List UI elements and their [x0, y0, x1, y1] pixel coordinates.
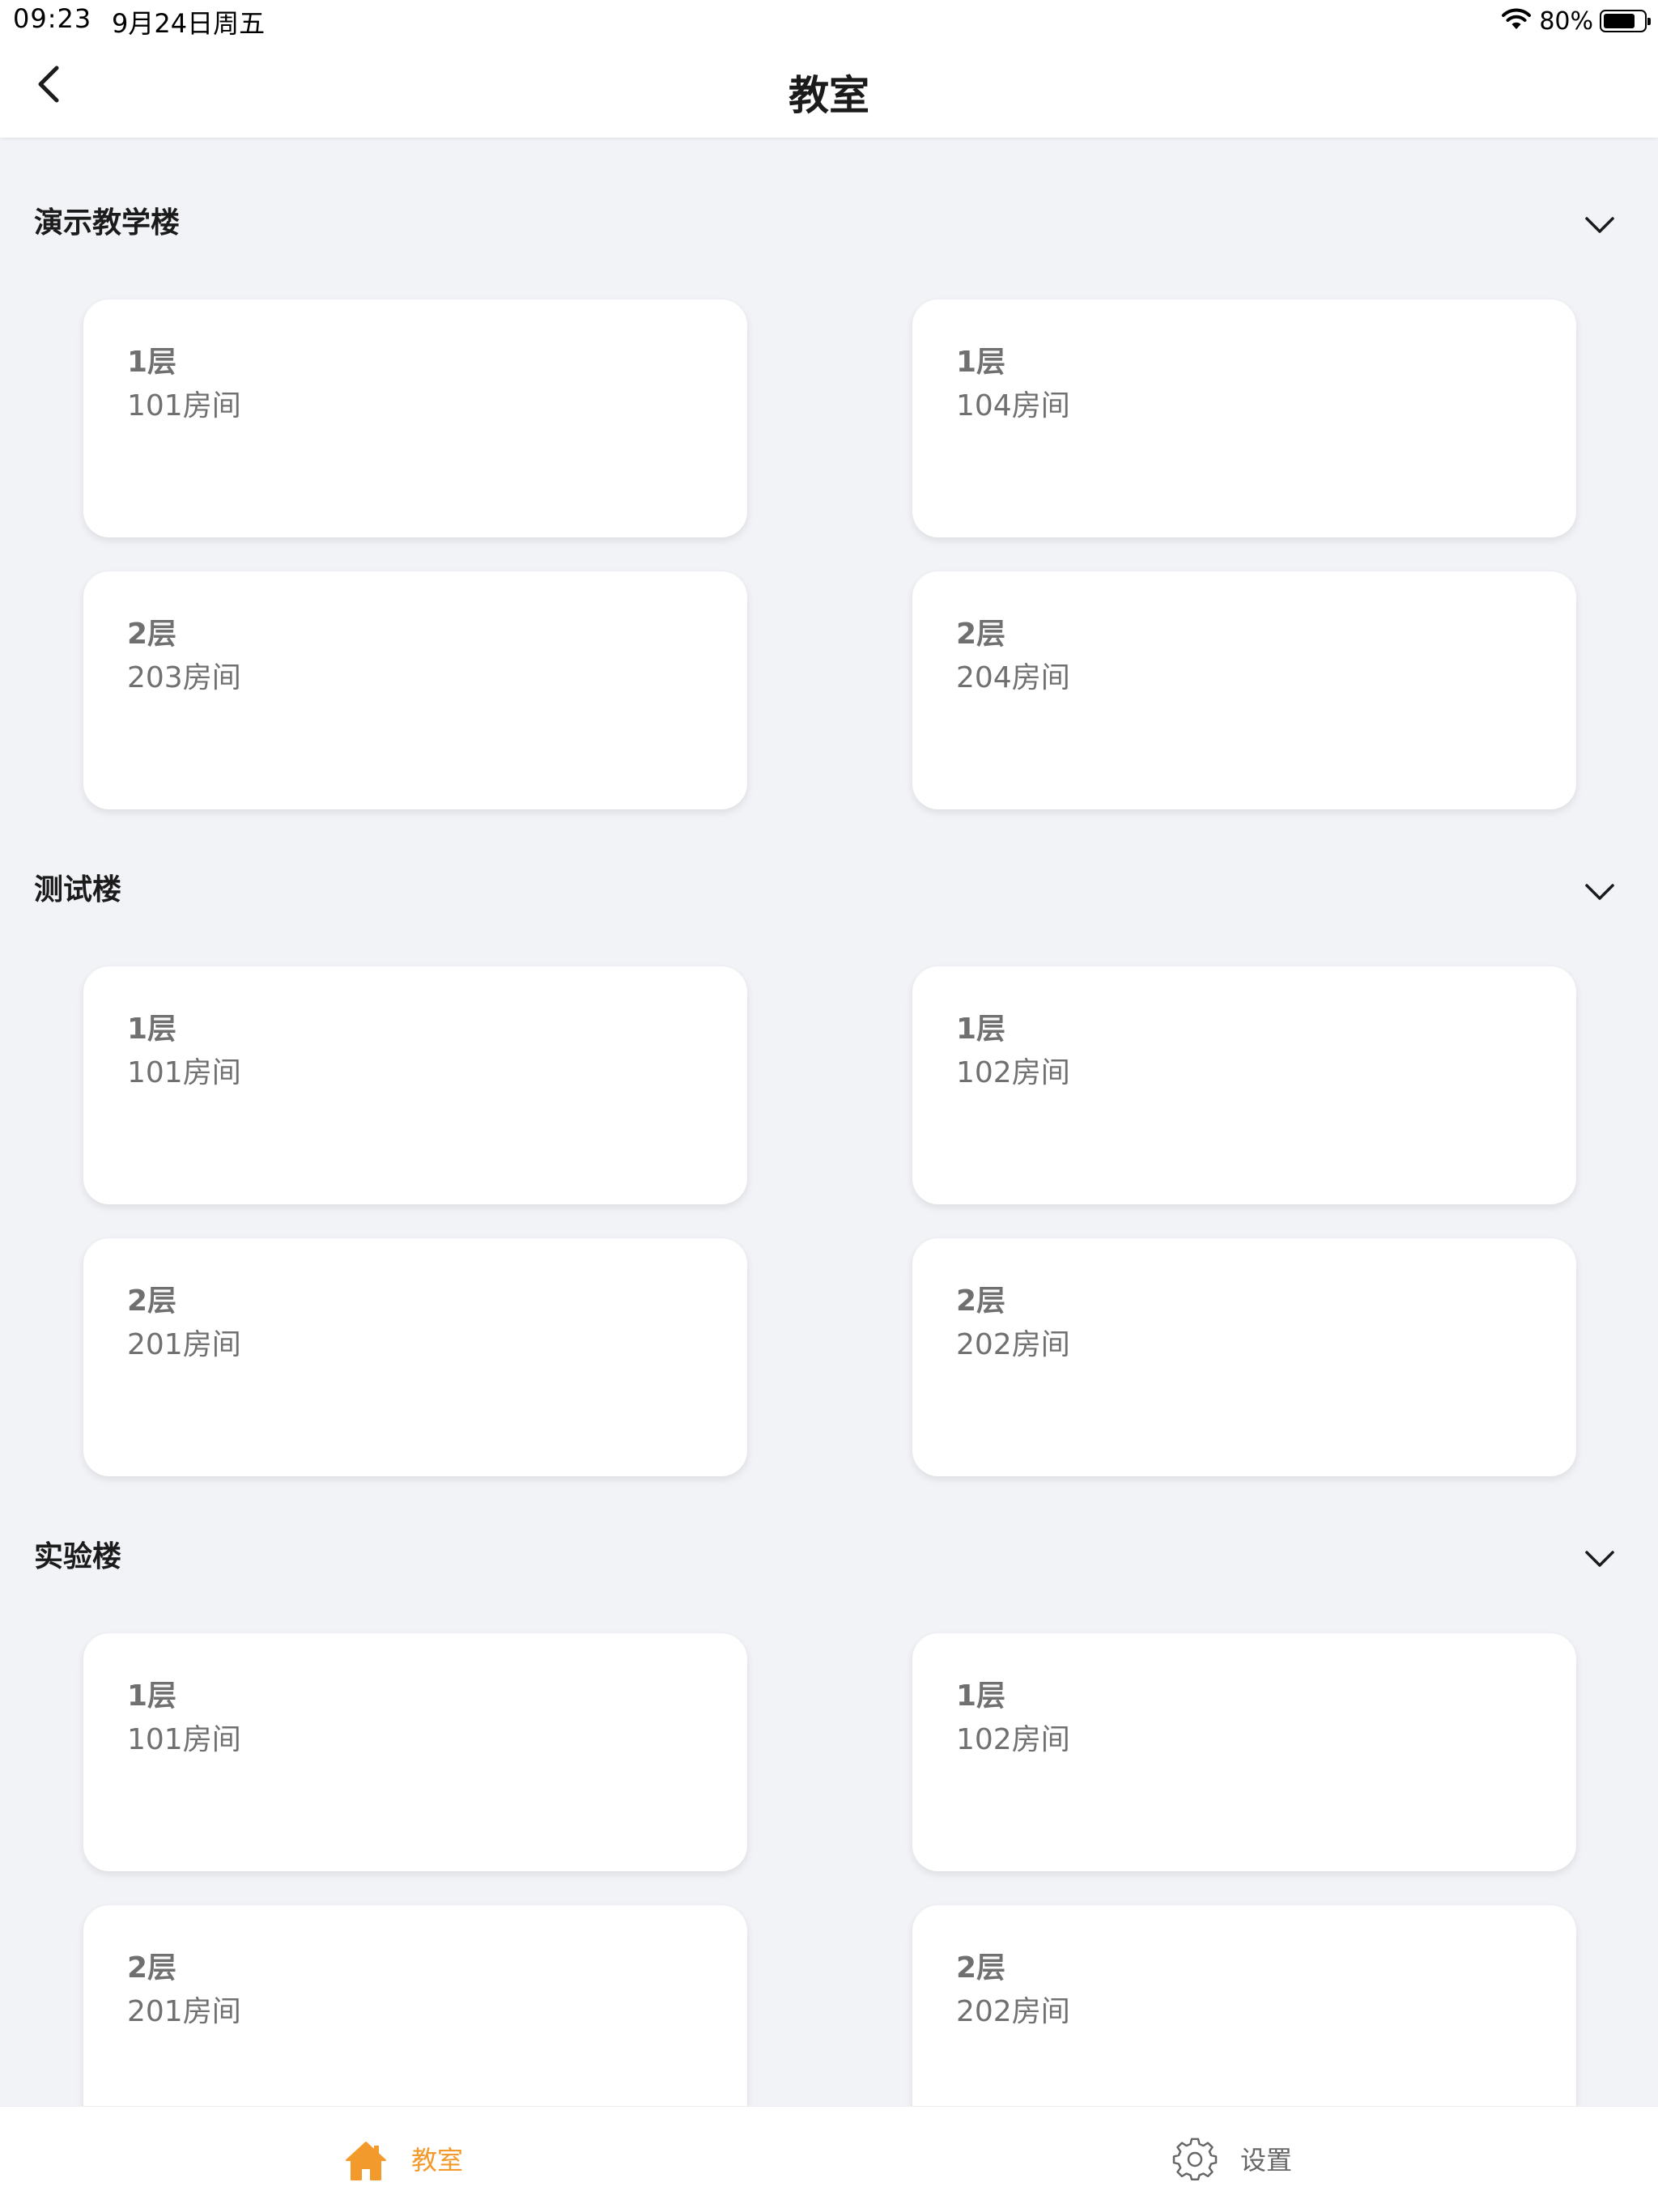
building-title: 演示教学楼 — [34, 206, 181, 240]
home-icon — [346, 2142, 386, 2180]
room-card[interactable]: 1层 102房间 — [912, 1633, 1576, 1871]
room-card[interactable]: 1层 101房间 — [83, 1633, 747, 1871]
section-header[interactable]: 实验楼 — [0, 1471, 1658, 1643]
chevron-down-icon — [1585, 884, 1614, 900]
room-card[interactable]: 2层 201房间 — [83, 1905, 747, 2106]
room-card[interactable]: 2层 202房间 — [912, 1905, 1576, 2106]
room-label: 203房间 — [127, 661, 241, 694]
building-title: 实验楼 — [34, 1540, 122, 1573]
floor-label: 2层 — [127, 1284, 177, 1318]
tab-label: 教室 — [411, 2145, 464, 2176]
building-title: 测试楼 — [34, 873, 122, 906]
section-header[interactable]: 演示教学楼 — [0, 138, 1658, 309]
room-label: 201房间 — [127, 1328, 241, 1361]
room-label: 104房间 — [956, 389, 1070, 422]
floor-label: 1层 — [956, 1013, 1006, 1046]
building-section: 实验楼 1层 101房间 1层 102房间 2层 201房间 2层 202房间 — [0, 1471, 1658, 2106]
classroom-list[interactable]: 演示教学楼 1层 101房间 1层 104房间 2层 203房间 2层 204房… — [0, 138, 1658, 2106]
gear-icon — [1172, 2138, 1218, 2180]
room-label: 202房间 — [956, 1995, 1070, 2028]
building-section: 演示教学楼 1层 101房间 1层 104房间 2层 203房间 2层 204房… — [0, 138, 1658, 809]
status-bar: 09:23 9月24日周五 80% — [0, 0, 1658, 40]
room-card[interactable]: 2层 202房间 — [912, 1238, 1576, 1476]
battery-icon — [1600, 10, 1651, 32]
tab-label: 设置 — [1240, 2145, 1293, 2176]
chevron-down-icon — [1585, 1551, 1614, 1567]
room-label: 102房间 — [956, 1056, 1070, 1089]
page-title: 教室 — [789, 72, 869, 119]
floor-label: 2层 — [956, 618, 1006, 651]
floor-label: 1层 — [127, 346, 177, 379]
room-label: 204房间 — [956, 661, 1070, 694]
room-card[interactable]: 1层 104房间 — [912, 299, 1576, 537]
chevron-down-icon — [1585, 217, 1614, 233]
room-label: 102房间 — [956, 1723, 1070, 1756]
floor-label: 2层 — [127, 1951, 177, 1985]
room-card[interactable]: 2层 201房间 — [83, 1238, 747, 1476]
tab-settings[interactable]: 设置 — [829, 2107, 1658, 2212]
room-label: 101房间 — [127, 389, 241, 422]
wifi-icon — [1500, 7, 1533, 35]
status-date: 9月24日周五 — [112, 8, 266, 39]
floor-label: 2层 — [956, 1284, 1006, 1318]
floor-label: 1层 — [127, 1013, 177, 1046]
room-card[interactable]: 2层 203房间 — [83, 571, 747, 809]
building-section: 测试楼 1层 101房间 1层 102房间 2层 201房间 2层 202房间 — [0, 805, 1658, 1476]
section-header[interactable]: 测试楼 — [0, 805, 1658, 976]
room-card[interactable]: 1层 101房间 — [83, 299, 747, 537]
room-card[interactable]: 1层 101房间 — [83, 966, 747, 1204]
battery-fill — [1604, 14, 1635, 28]
room-label: 202房间 — [956, 1328, 1070, 1361]
floor-label: 1层 — [127, 1679, 177, 1713]
battery-cap — [1647, 18, 1651, 25]
navigation-bar: 教室 — [0, 40, 1658, 138]
status-indicators: 80% — [1500, 5, 1651, 37]
tab-classroom[interactable]: 教室 — [0, 2107, 829, 2212]
floor-label: 2层 — [956, 1951, 1006, 1985]
floor-label: 1层 — [956, 1679, 1006, 1713]
room-label: 101房间 — [127, 1056, 241, 1089]
room-card[interactable]: 1层 102房间 — [912, 966, 1576, 1204]
room-card[interactable]: 2层 204房间 — [912, 571, 1576, 809]
floor-label: 1层 — [956, 346, 1006, 379]
battery-percent: 80% — [1539, 6, 1593, 36]
floor-label: 2层 — [127, 618, 177, 651]
status-time: 09:23 — [13, 3, 92, 34]
tab-bar: 教室 设置 — [0, 2106, 1658, 2212]
room-label: 101房间 — [127, 1723, 241, 1756]
room-label: 201房间 — [127, 1995, 241, 2028]
